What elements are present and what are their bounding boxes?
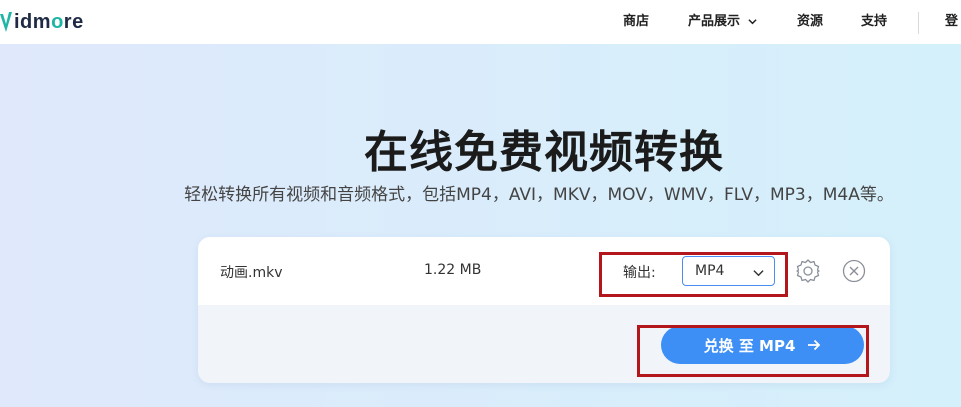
output-format-value: MP4 <box>695 263 725 279</box>
logo-mark-icon <box>0 12 12 32</box>
output-format-select[interactable]: MP4 <box>682 256 775 286</box>
logo[interactable]: idmore <box>0 8 84 36</box>
file-size: 1.22 MB <box>424 262 482 278</box>
nav-support[interactable]: 支持 <box>861 10 887 29</box>
converter-card: 动画.mkv 1.22 MB 输出: MP4 兑换 至 MP4 <box>198 237 890 383</box>
convert-button[interactable]: 兑换 至 MP4 <box>661 326 864 364</box>
site-header: idmore 商店 产品展示 资源 支持 登 <box>0 0 961 44</box>
close-icon[interactable] <box>842 259 866 283</box>
convert-button-label: 兑换 至 MP4 <box>703 336 796 355</box>
file-row: 动画.mkv 1.22 MB 输出: MP4 <box>198 237 890 305</box>
page-title: 在线免费视频转换 <box>364 127 724 178</box>
nav-products-label: 产品展示 <box>688 14 741 29</box>
logo-text: idmore <box>14 10 84 33</box>
file-name: 动画.mkv <box>220 265 283 281</box>
nav-store[interactable]: 商店 <box>623 10 649 29</box>
nav-resources[interactable]: 资源 <box>797 10 823 29</box>
chevron-down-icon <box>748 19 757 25</box>
nav-divider <box>918 12 919 34</box>
chevron-down-icon <box>753 270 764 277</box>
gear-icon[interactable] <box>795 258 821 284</box>
output-label: 输出: <box>623 265 656 281</box>
nav-products[interactable]: 产品展示 <box>688 10 757 29</box>
arrow-right-icon <box>808 339 821 351</box>
nav-login[interactable]: 登 <box>945 10 958 29</box>
page-subtitle: 轻松转换所有视频和音频格式，包括MP4，AVI，MKV，MOV，WMV，FLV，… <box>184 185 894 205</box>
